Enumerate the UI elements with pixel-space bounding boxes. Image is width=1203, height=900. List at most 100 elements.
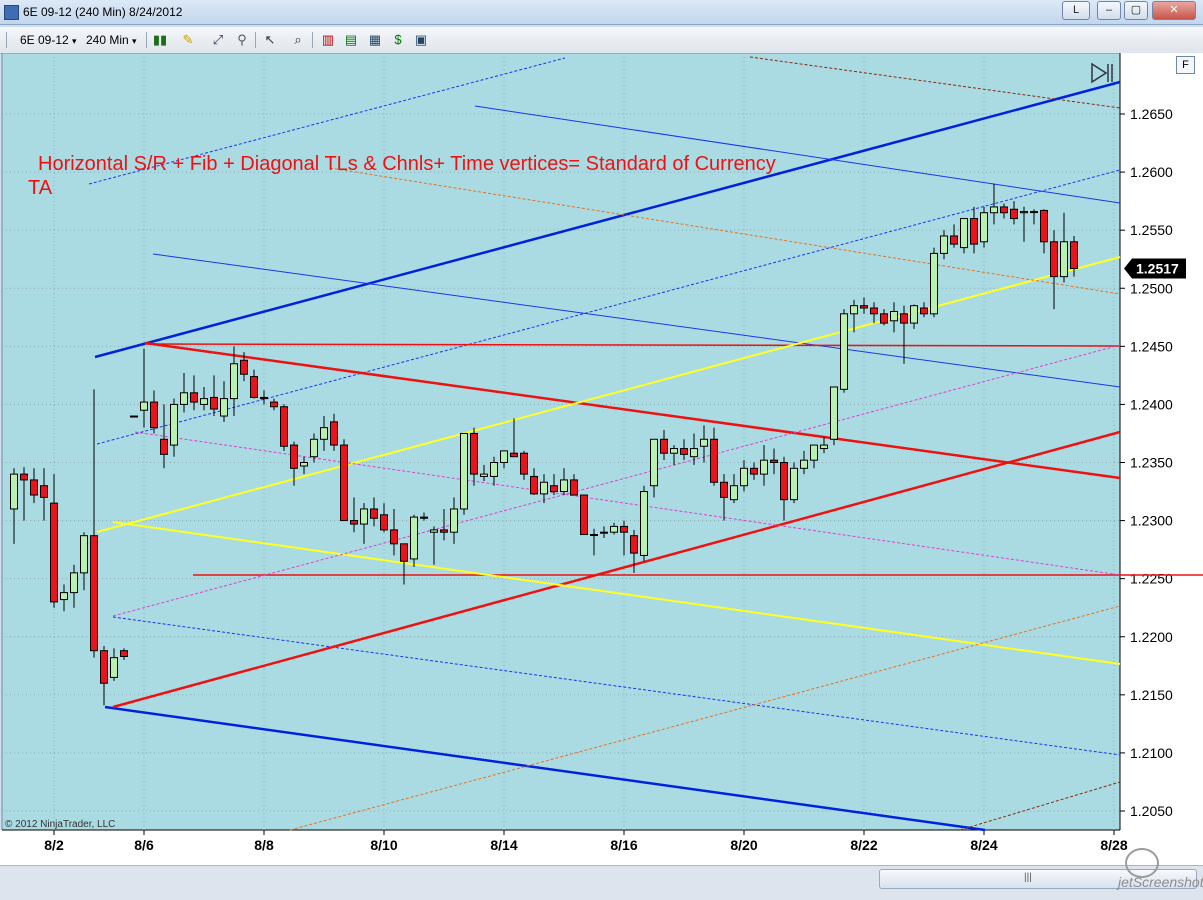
candle-body xyxy=(590,534,598,537)
candle-body xyxy=(650,438,658,487)
y-tick-label: 1.2150 xyxy=(1130,687,1173,703)
ninjatrader-app-icon xyxy=(4,5,19,20)
x-tick-label: 8/14 xyxy=(490,837,517,853)
pin-icon[interactable]: ⚲ xyxy=(234,32,250,48)
candle-body xyxy=(510,452,518,458)
candle-body xyxy=(130,415,138,418)
candle-body xyxy=(660,438,668,454)
x-tick-label: 8/2 xyxy=(44,837,64,853)
candle-body xyxy=(460,432,468,510)
candle-body xyxy=(860,305,868,309)
dollar-icon[interactable]: $ xyxy=(390,32,406,48)
candle-body xyxy=(670,448,678,454)
copyright-label: © 2012 NinjaTrader, LLC xyxy=(5,819,115,830)
instrument-selector[interactable]: 6E 09-12 ▾ xyxy=(20,31,77,49)
watermark-logo: jetScreenshot xyxy=(1118,874,1203,890)
maximize-button[interactable]: ▢ xyxy=(1124,1,1148,20)
properties-icon[interactable]: ▣ xyxy=(413,32,429,48)
candle-body xyxy=(710,438,718,483)
candle-body xyxy=(1070,241,1078,270)
candle-body xyxy=(630,535,638,554)
candle-body xyxy=(770,459,778,463)
current-price-label: 1.2517 xyxy=(1136,261,1179,277)
price-chart[interactable]: 1.2650 1.2600 1.2550 1.2500 1.2450 1.2400 1.23… xyxy=(0,52,1203,865)
minimize-button[interactable]: – xyxy=(1097,1,1121,20)
candle-body xyxy=(210,396,218,410)
candle-body xyxy=(570,479,578,496)
indicators-icon[interactable]: ▤ xyxy=(343,32,359,48)
chart-toolbar: 6E 09-12 ▾ 240 Min ▾ ▮▮ ✎ ⤢ ⚲ ↖ ⌕ ▥ ▤ ▦ … xyxy=(0,27,1203,54)
x-tick-label: 8/22 xyxy=(850,837,877,853)
candle-body xyxy=(440,529,448,533)
candle-body xyxy=(850,305,858,315)
chevron-down-icon: ▾ xyxy=(132,36,137,46)
candle-body xyxy=(310,438,318,458)
candle-body xyxy=(870,307,878,315)
candle-body xyxy=(400,543,408,562)
strategies-icon[interactable]: ▦ xyxy=(367,32,383,48)
candle-body xyxy=(950,235,958,245)
window-titlebar: 6E 09-12 (240 Min) 8/24/2012 L – ▢ ✕ xyxy=(0,0,1203,25)
window-title: 6E 09-12 (240 Min) 8/24/2012 xyxy=(23,5,183,19)
candle-body xyxy=(150,401,158,429)
candle-body xyxy=(990,206,998,214)
candle-body xyxy=(680,448,688,455)
candle-body xyxy=(1010,208,1018,220)
chevron-down-icon: ▾ xyxy=(72,36,77,46)
candle-body xyxy=(370,508,378,519)
candle-body xyxy=(90,535,98,652)
candle-body xyxy=(390,529,398,545)
candle-body xyxy=(120,650,128,657)
candle-body xyxy=(720,481,728,498)
f-button[interactable]: F xyxy=(1176,56,1195,74)
instrument-label: 6E 09-12 xyxy=(20,33,69,47)
candle-body xyxy=(330,421,338,446)
draw-tools-icon[interactable]: ⤢ xyxy=(210,32,226,48)
candle-body xyxy=(520,452,528,475)
interval-label: 240 Min xyxy=(86,33,129,47)
candle-body xyxy=(220,398,228,417)
zoom-icon[interactable]: ⌕ xyxy=(290,32,306,48)
candle-body xyxy=(270,401,278,408)
candle-body xyxy=(1000,206,1008,214)
candle-body xyxy=(970,218,978,245)
x-tick-label: 8/6 xyxy=(134,837,154,853)
y-tick-label: 1.2450 xyxy=(1130,338,1173,354)
horizontal-scrollbar[interactable]: ||| xyxy=(0,865,1203,900)
candle-body xyxy=(780,462,788,501)
chart-annotation-title: Horizontal S/R + Fib + Diagonal TLs & Ch… xyxy=(38,153,776,175)
y-tick-label: 1.2300 xyxy=(1130,513,1173,529)
x-tick-label: 8/20 xyxy=(730,837,757,853)
candle-body xyxy=(810,444,818,461)
candle-body xyxy=(10,473,18,510)
candle-body xyxy=(50,502,58,603)
chart-area[interactable]: 1.2650 1.2600 1.2550 1.2500 1.2450 1.2400 1.23… xyxy=(0,52,1203,865)
interval-selector[interactable]: 240 Min ▾ xyxy=(86,31,137,49)
candle-body xyxy=(490,462,498,477)
toolbar-grip xyxy=(6,32,7,48)
candle-body xyxy=(760,459,768,475)
candle-body xyxy=(610,525,618,533)
link-button[interactable]: L xyxy=(1062,1,1090,20)
candle-body xyxy=(20,473,28,481)
candle-body xyxy=(190,392,198,403)
candle-body xyxy=(700,438,708,447)
candle-body xyxy=(160,438,168,455)
chart-style-icon[interactable]: ▮▮ xyxy=(152,32,168,48)
bar-type-icon[interactable]: ▥ xyxy=(320,32,336,48)
candle-body xyxy=(750,467,758,475)
x-tick-label: 8/28 xyxy=(1100,837,1127,853)
candle-body xyxy=(180,392,188,405)
candle-body xyxy=(930,252,938,315)
candle-body xyxy=(740,467,748,487)
cursor-icon[interactable]: ↖ xyxy=(262,32,278,48)
y-tick-label: 1.2550 xyxy=(1130,222,1173,238)
x-tick-label: 8/24 xyxy=(970,837,997,853)
candle-body xyxy=(1030,211,1038,214)
close-button[interactable]: ✕ xyxy=(1152,1,1196,20)
candle-body xyxy=(410,516,418,560)
toolbar-separator xyxy=(255,32,256,48)
pencil-icon[interactable]: ✎ xyxy=(180,32,196,48)
candle-body xyxy=(530,475,538,495)
candle-body xyxy=(940,235,948,254)
